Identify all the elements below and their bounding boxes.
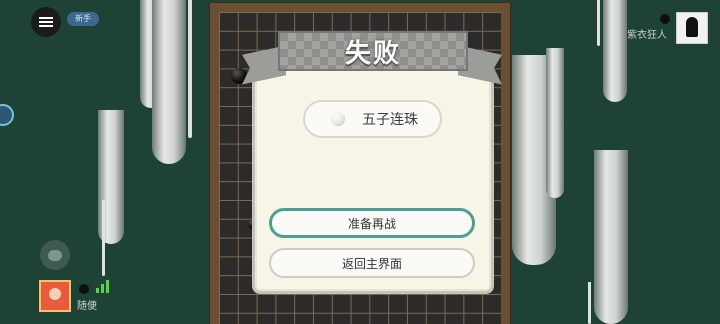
curtain-drip: [188, 0, 192, 138]
white-stone-icon: [331, 112, 345, 126]
curtain-drip: [102, 200, 105, 276]
result-title: 失败: [344, 38, 401, 69]
win-condition-pill: 五子连珠: [303, 100, 442, 138]
signal-strength-icon: [96, 279, 112, 293]
player-right-name: 紫衣狂人: [627, 30, 667, 41]
player-left-name: 随便: [77, 301, 97, 312]
curtain-drip: [597, 0, 600, 46]
return-main-button[interactable]: 返回主界面: [269, 248, 475, 278]
win-condition-label: 五子连珠: [362, 112, 418, 128]
rank-badge: 新手: [67, 12, 99, 26]
menu-button[interactable]: [31, 7, 61, 37]
curtain-drip: [546, 48, 564, 198]
curtain-drip: [152, 0, 186, 164]
curtain-drip: [603, 0, 627, 102]
chat-button[interactable]: [40, 240, 70, 270]
player-right-avatar[interactable]: [676, 12, 708, 44]
curtain-drip: [588, 282, 591, 324]
side-handle-icon[interactable]: [0, 104, 14, 126]
chat-bubble-icon: [48, 249, 62, 261]
result-ribbon: 失败: [278, 31, 468, 71]
game-stage: 新手 随便 紫衣狂人 失败 五子连珠 准备再战 返回主界面: [0, 0, 720, 324]
rematch-button[interactable]: 准备再战: [269, 208, 475, 238]
player-left-avatar[interactable]: [39, 280, 71, 312]
player-right-stone-icon: [660, 14, 670, 24]
curtain-drip: [594, 150, 628, 324]
hamburger-menu-icon: [39, 21, 53, 23]
player-left-stone-icon: [79, 284, 89, 294]
